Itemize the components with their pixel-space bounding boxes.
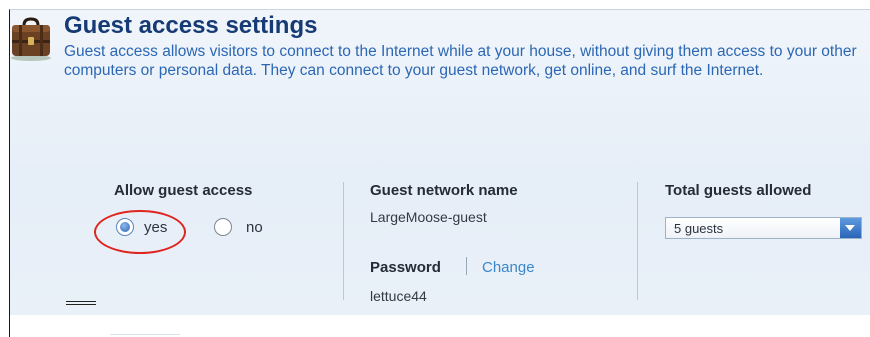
- chevron-down-icon[interactable]: [840, 218, 861, 238]
- panel-border: [9, 315, 10, 337]
- page-description: Guest access allows visitors to connect …: [64, 43, 857, 79]
- suitcase-icon: [11, 17, 51, 61]
- column-divider: [637, 182, 638, 300]
- guest-access-no-label[interactable]: no: [246, 219, 263, 236]
- divider: [110, 334, 180, 335]
- total-guests-label: Total guests allowed: [665, 182, 812, 199]
- password-label: Password: [370, 259, 441, 276]
- highlight-annotation: [94, 210, 186, 254]
- column-divider: [343, 182, 344, 300]
- page-title: Guest access settings: [64, 12, 318, 39]
- password-separator: [466, 257, 467, 275]
- allow-guest-access-label: Allow guest access: [114, 182, 253, 199]
- guest-access-no-radio[interactable]: [214, 218, 232, 236]
- password-value: lettuce44: [370, 288, 427, 304]
- total-guests-select[interactable]: 5 guests: [665, 217, 862, 239]
- resize-handle[interactable]: [66, 301, 96, 305]
- total-guests-selected: 5 guests: [674, 221, 724, 236]
- guest-network-name-value: LargeMoose-guest: [370, 209, 487, 225]
- change-password-link[interactable]: Change: [482, 259, 535, 276]
- guest-network-name-label: Guest network name: [370, 182, 518, 199]
